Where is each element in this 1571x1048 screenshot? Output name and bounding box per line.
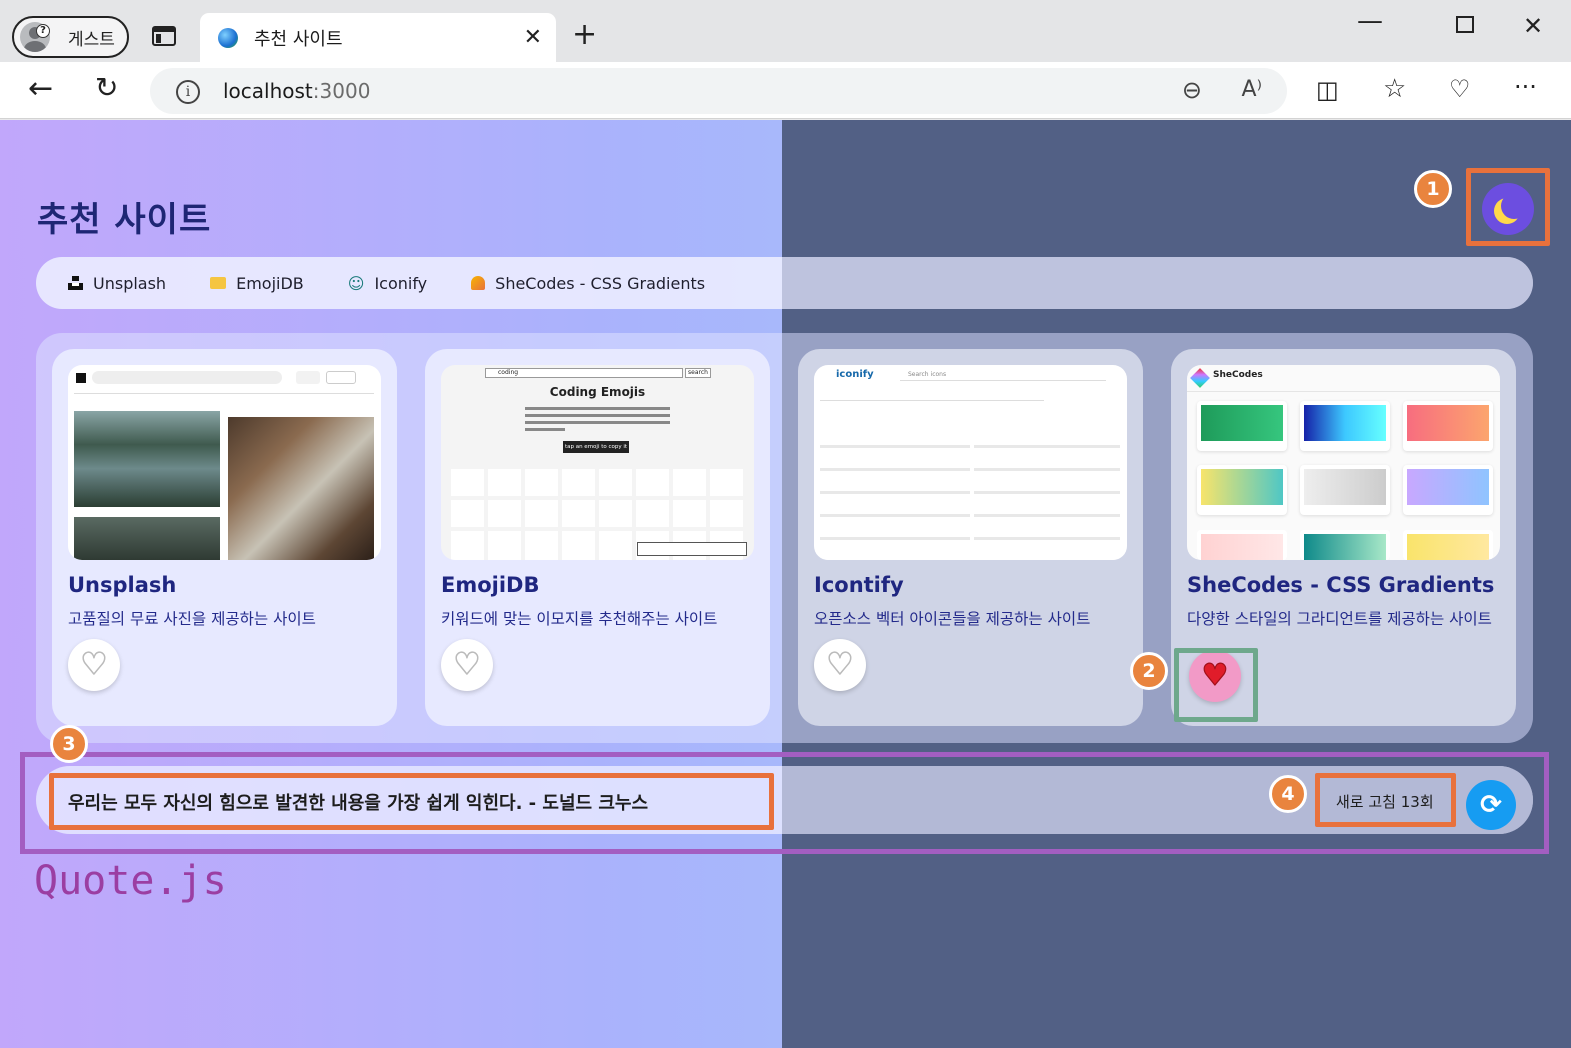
- nav-link-label: EmojiDB: [236, 273, 304, 293]
- browser-tab-bar: ? 게스트 추천 사이트 ✕ + — ✕: [0, 0, 1571, 62]
- like-button[interactable]: ♥: [814, 639, 866, 691]
- profile-label: 게스트: [68, 29, 115, 50]
- nav-link-label: SheCodes - CSS Gradients: [495, 273, 706, 293]
- card-title[interactable]: Unsplash: [68, 573, 176, 597]
- minimize-icon[interactable]: —: [1357, 6, 1383, 36]
- smiley-icon: ☺: [347, 273, 365, 293]
- browser-nav-bar: ← ↻ i localhost:3000 ⊖ A⁾ ◫ ☆ ♡ ···: [0, 62, 1571, 119]
- shecodes-screenshot: SheCodes: [1187, 365, 1500, 560]
- like-button[interactable]: ♥: [441, 639, 493, 691]
- file-label: Quote.js: [34, 858, 227, 904]
- annotation-box-1: [1466, 168, 1550, 246]
- close-tab-icon[interactable]: ✕: [524, 25, 542, 50]
- browser-essentials-icon[interactable]: ♡: [1449, 76, 1471, 102]
- heart-outline-icon: ♥: [826, 647, 854, 682]
- site-card-emojidb[interactable]: coding search Coding Emojis tap an emoji…: [425, 349, 770, 726]
- browser-tab[interactable]: 추천 사이트 ✕: [200, 13, 556, 62]
- address-bar[interactable]: i localhost:3000 ⊖ A⁾: [150, 68, 1287, 114]
- back-arrow-icon[interactable]: ←: [28, 74, 53, 104]
- nav-link-iconify[interactable]: ☺ Iconify: [348, 274, 427, 293]
- annotation-box-3: [49, 773, 774, 830]
- heart-outline-icon: ♥: [80, 647, 108, 682]
- nav-link-label: Unsplash: [93, 273, 167, 293]
- read-aloud-icon[interactable]: A⁾: [1242, 77, 1262, 102]
- more-options-icon[interactable]: ···: [1514, 74, 1537, 100]
- unsplash-screenshot: [68, 365, 381, 560]
- site-card-iconify[interactable]: iconify Search icons Icontify 오픈소스 벡터 아이…: [798, 349, 1143, 726]
- nav-link-emojidb[interactable]: EmojiDB: [210, 274, 304, 293]
- card-title[interactable]: Icontify: [814, 573, 904, 597]
- unsplash-logo-icon: [68, 276, 83, 290]
- card-description: 다양한 스타일의 그라디언트를 제공하는 사이트: [1187, 610, 1492, 628]
- card-title[interactable]: EmojiDB: [441, 573, 540, 597]
- nav-link-label: Iconify: [374, 273, 428, 293]
- site-card-unsplash[interactable]: Unsplash 고품질의 무료 사진을 제공하는 사이트 ♥: [52, 349, 397, 726]
- globe-icon: [218, 27, 238, 48]
- annotation-badge-4: 4: [1269, 775, 1307, 813]
- annotation-badge-1: 1: [1414, 170, 1452, 208]
- tab-actions-icon[interactable]: [152, 26, 176, 46]
- heart-outline-icon: ♥: [453, 647, 481, 682]
- site-card-grid: Unsplash 고품질의 무료 사진을 제공하는 사이트 ♥ coding s…: [36, 333, 1533, 743]
- zoom-out-icon[interactable]: ⊖: [1182, 76, 1202, 104]
- profile-button[interactable]: ? 게스트: [12, 16, 129, 58]
- nav-link-unsplash[interactable]: Unsplash: [68, 274, 166, 293]
- shecodes-logo-icon: [471, 276, 486, 290]
- nav-link-shecodes[interactable]: SheCodes - CSS Gradients: [471, 274, 705, 293]
- refresh-quote-button[interactable]: ⟳: [1466, 780, 1516, 830]
- window-close-icon[interactable]: ✕: [1523, 12, 1543, 40]
- iconify-screenshot: iconify Search icons: [814, 365, 1127, 560]
- question-icon: ?: [36, 24, 50, 38]
- favorites-icon[interactable]: ☆: [1383, 76, 1406, 102]
- tab-title: 추천 사이트: [254, 28, 343, 50]
- card-description: 고품질의 무료 사진을 제공하는 사이트: [68, 610, 316, 628]
- card-description: 키워드에 맞는 이모지를 추천해주는 사이트: [441, 610, 718, 628]
- info-icon[interactable]: i: [176, 80, 200, 104]
- emojidb-screenshot: coding search Coding Emojis tap an emoji…: [441, 365, 754, 560]
- new-tab-icon[interactable]: +: [572, 20, 597, 50]
- split-screen-icon[interactable]: ◫: [1316, 77, 1339, 103]
- page-content: 추천 사이트 1 Unsplash EmojiDB ☺ Iconify SheC…: [0, 120, 1571, 1048]
- reload-icon[interactable]: ↻: [95, 74, 118, 102]
- card-description: 오픈소스 벡터 아이콘들을 제공하는 사이트: [814, 610, 1091, 628]
- annotation-box-4: [1315, 773, 1456, 827]
- annotation-badge-2: 2: [1130, 652, 1168, 690]
- card-title[interactable]: SheCodes - CSS Gradients: [1187, 573, 1494, 597]
- folder-icon: [210, 277, 227, 289]
- url-text[interactable]: localhost:3000: [223, 79, 370, 103]
- refresh-icon: ⟳: [1480, 790, 1502, 820]
- page-title: 추천 사이트: [37, 200, 212, 240]
- maximize-icon[interactable]: [1456, 16, 1474, 33]
- annotation-box-2: [1174, 648, 1258, 722]
- site-nav: Unsplash EmojiDB ☺ Iconify SheCodes - CS…: [36, 257, 1533, 309]
- like-button[interactable]: ♥: [68, 639, 120, 691]
- annotation-badge-3: 3: [50, 725, 88, 763]
